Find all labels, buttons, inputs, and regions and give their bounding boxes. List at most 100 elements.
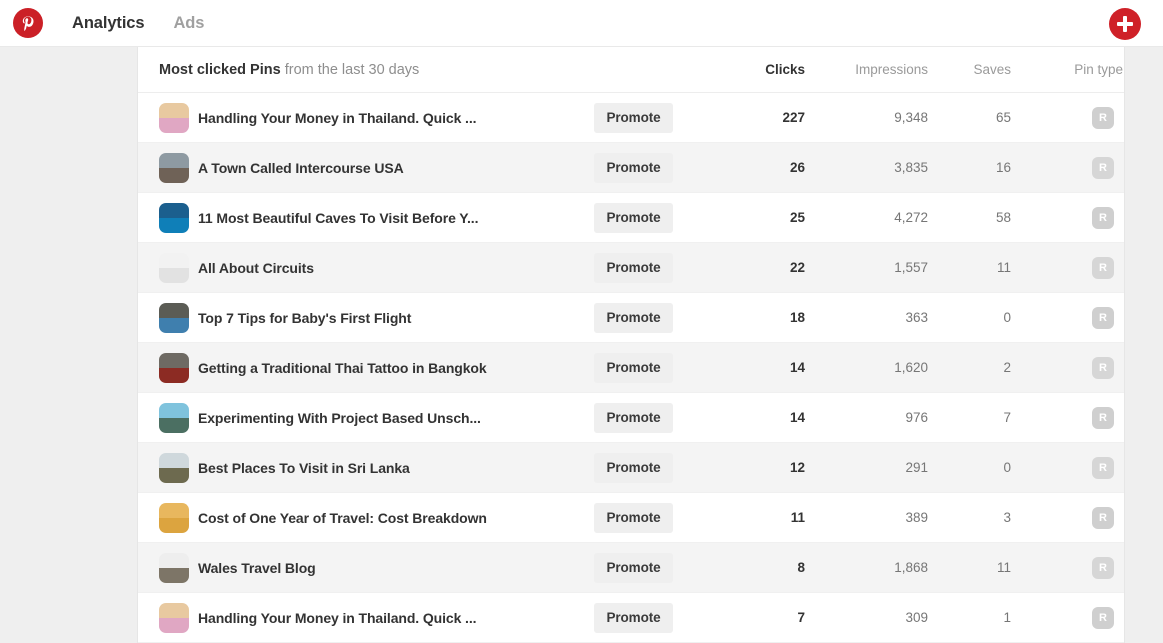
promote-button[interactable]: Promote xyxy=(594,152,673,183)
table-row[interactable]: Experimenting With Project Based Unsch..… xyxy=(138,393,1124,443)
table-row[interactable]: Wales Travel Blog Promote 8 1,868 11 R xyxy=(138,543,1124,593)
table-row[interactable]: Handling Your Money in Thailand. Quick .… xyxy=(138,93,1124,143)
cell-impressions: 4,272 xyxy=(894,210,928,225)
pin-title[interactable]: Handling Your Money in Thailand. Quick .… xyxy=(198,110,477,126)
table-row[interactable]: 11 Most Beautiful Caves To Visit Before … xyxy=(138,193,1124,243)
promote-button[interactable]: Promote xyxy=(594,302,673,333)
promote-button[interactable]: Promote xyxy=(594,552,673,583)
cell-impressions: 9,348 xyxy=(894,110,928,125)
thumbnail-bottom xyxy=(159,268,189,283)
promote-button[interactable]: Promote xyxy=(594,502,673,533)
promote-button[interactable]: Promote xyxy=(594,252,673,283)
pin-type-badge[interactable]: R xyxy=(1092,356,1114,379)
pin-title[interactable]: Top 7 Tips for Baby's First Flight xyxy=(198,310,411,326)
thumbnail-top xyxy=(159,452,189,469)
pin-type-badge[interactable]: R xyxy=(1092,306,1114,329)
thumbnail-bottom xyxy=(159,368,189,383)
pin-thumbnail[interactable] xyxy=(159,102,189,133)
pin-type-badge[interactable]: R xyxy=(1092,156,1114,179)
cell-clicks: 22 xyxy=(789,260,805,275)
thumbnail-top xyxy=(159,352,189,369)
cell-impressions: 976 xyxy=(905,410,928,425)
pin-title[interactable]: Wales Travel Blog xyxy=(198,560,316,576)
pin-title[interactable]: All About Circuits xyxy=(198,260,314,276)
cell-saves: 7 xyxy=(1003,410,1011,425)
thumbnail-top xyxy=(159,402,189,419)
pin-title[interactable]: Handling Your Money in Thailand. Quick .… xyxy=(198,610,477,626)
pin-type-badge[interactable]: R xyxy=(1092,556,1114,579)
pin-type-badge[interactable]: R xyxy=(1092,606,1114,629)
thumbnail-top xyxy=(159,552,189,569)
pin-type-badge[interactable]: R xyxy=(1092,456,1114,479)
promote-button[interactable]: Promote xyxy=(594,402,673,433)
pin-thumbnail[interactable] xyxy=(159,402,189,433)
thumbnail-bottom xyxy=(159,418,189,433)
add-button[interactable] xyxy=(1109,8,1141,40)
cell-clicks: 18 xyxy=(789,310,805,325)
pin-title[interactable]: A Town Called Intercourse USA xyxy=(198,160,404,176)
thumbnail-top xyxy=(159,102,189,119)
most-clicked-pins-card: Most clicked Pins from the last 30 days … xyxy=(137,47,1125,643)
cell-impressions: 363 xyxy=(905,310,928,325)
pin-thumbnail[interactable] xyxy=(159,202,189,233)
pin-type-badge[interactable]: R xyxy=(1092,256,1114,279)
thumbnail-top xyxy=(159,152,189,169)
column-header-impressions[interactable]: Impressions xyxy=(855,62,928,77)
nav-link-ads[interactable]: Ads xyxy=(173,14,204,33)
promote-button[interactable]: Promote xyxy=(594,202,673,233)
plus-icon-vertical xyxy=(1123,16,1127,32)
pin-type-badge[interactable]: R xyxy=(1092,406,1114,429)
promote-button[interactable]: Promote xyxy=(594,102,673,133)
pin-thumbnail[interactable] xyxy=(159,452,189,483)
table-row[interactable]: Top 7 Tips for Baby's First Flight Promot… xyxy=(138,293,1124,343)
pin-thumbnail[interactable] xyxy=(159,502,189,533)
pins-list: Handling Your Money in Thailand. Quick .… xyxy=(138,93,1124,643)
pin-thumbnail[interactable] xyxy=(159,552,189,583)
cell-impressions: 1,620 xyxy=(894,360,928,375)
promote-button[interactable]: Promote xyxy=(594,452,673,483)
cell-clicks: 227 xyxy=(782,110,805,125)
column-header-saves[interactable]: Saves xyxy=(973,62,1011,77)
table-row[interactable]: Best Places To Visit in Sri Lanka Promote… xyxy=(138,443,1124,493)
thumbnail-top xyxy=(159,252,189,269)
pin-type-badge[interactable]: R xyxy=(1092,106,1114,129)
cell-impressions: 309 xyxy=(905,610,928,625)
pinterest-logo-icon[interactable] xyxy=(13,8,43,38)
cell-impressions: 1,557 xyxy=(894,260,928,275)
thumbnail-bottom xyxy=(159,318,189,333)
table-row[interactable]: A Town Called Intercourse USA Promote 26 3,… xyxy=(138,143,1124,193)
pin-title[interactable]: Getting a Traditional Thai Tattoo in Ban… xyxy=(198,360,487,376)
cell-impressions: 1,868 xyxy=(894,560,928,575)
pin-thumbnail[interactable] xyxy=(159,152,189,183)
cell-clicks: 8 xyxy=(797,560,805,575)
cell-clicks: 14 xyxy=(789,360,805,375)
cell-impressions: 3,835 xyxy=(894,160,928,175)
pin-title[interactable]: Best Places To Visit in Sri Lanka xyxy=(198,460,410,476)
column-header-pin-type[interactable]: Pin type xyxy=(1074,62,1123,77)
table-header-row: Most clicked Pins from the last 30 days … xyxy=(138,47,1124,93)
nav-link-analytics[interactable]: Analytics xyxy=(72,14,145,33)
page-body: Most clicked Pins from the last 30 days … xyxy=(0,47,1163,643)
table-title-strong: Most clicked Pins xyxy=(159,61,281,78)
pin-thumbnail[interactable] xyxy=(159,352,189,383)
pin-thumbnail[interactable] xyxy=(159,252,189,283)
pin-type-badge[interactable]: R xyxy=(1092,206,1114,229)
table-row[interactable]: Handling Your Money in Thailand. Quick .… xyxy=(138,593,1124,643)
table-row[interactable]: Getting a Traditional Thai Tattoo in Ban… xyxy=(138,343,1124,393)
pin-thumbnail[interactable] xyxy=(159,602,189,633)
pin-title[interactable]: Cost of One Year of Travel: Cost Breakdo… xyxy=(198,510,487,526)
pin-title[interactable]: 11 Most Beautiful Caves To Visit Before … xyxy=(198,210,478,226)
pin-type-badge[interactable]: R xyxy=(1092,506,1114,529)
pin-thumbnail[interactable] xyxy=(159,302,189,333)
promote-button[interactable]: Promote xyxy=(594,352,673,383)
table-title: Most clicked Pins from the last 30 days xyxy=(159,62,419,78)
column-header-clicks[interactable]: Clicks xyxy=(765,62,805,77)
pin-title[interactable]: Experimenting With Project Based Unsch..… xyxy=(198,410,481,426)
thumbnail-top xyxy=(159,302,189,319)
cell-saves: 11 xyxy=(996,260,1011,275)
table-row[interactable]: Cost of One Year of Travel: Cost Breakdo… xyxy=(138,493,1124,543)
thumbnail-bottom xyxy=(159,568,189,583)
thumbnail-bottom xyxy=(159,118,189,133)
table-row[interactable]: All About Circuits Promote 22 1,557 11 R xyxy=(138,243,1124,293)
promote-button[interactable]: Promote xyxy=(594,602,673,633)
